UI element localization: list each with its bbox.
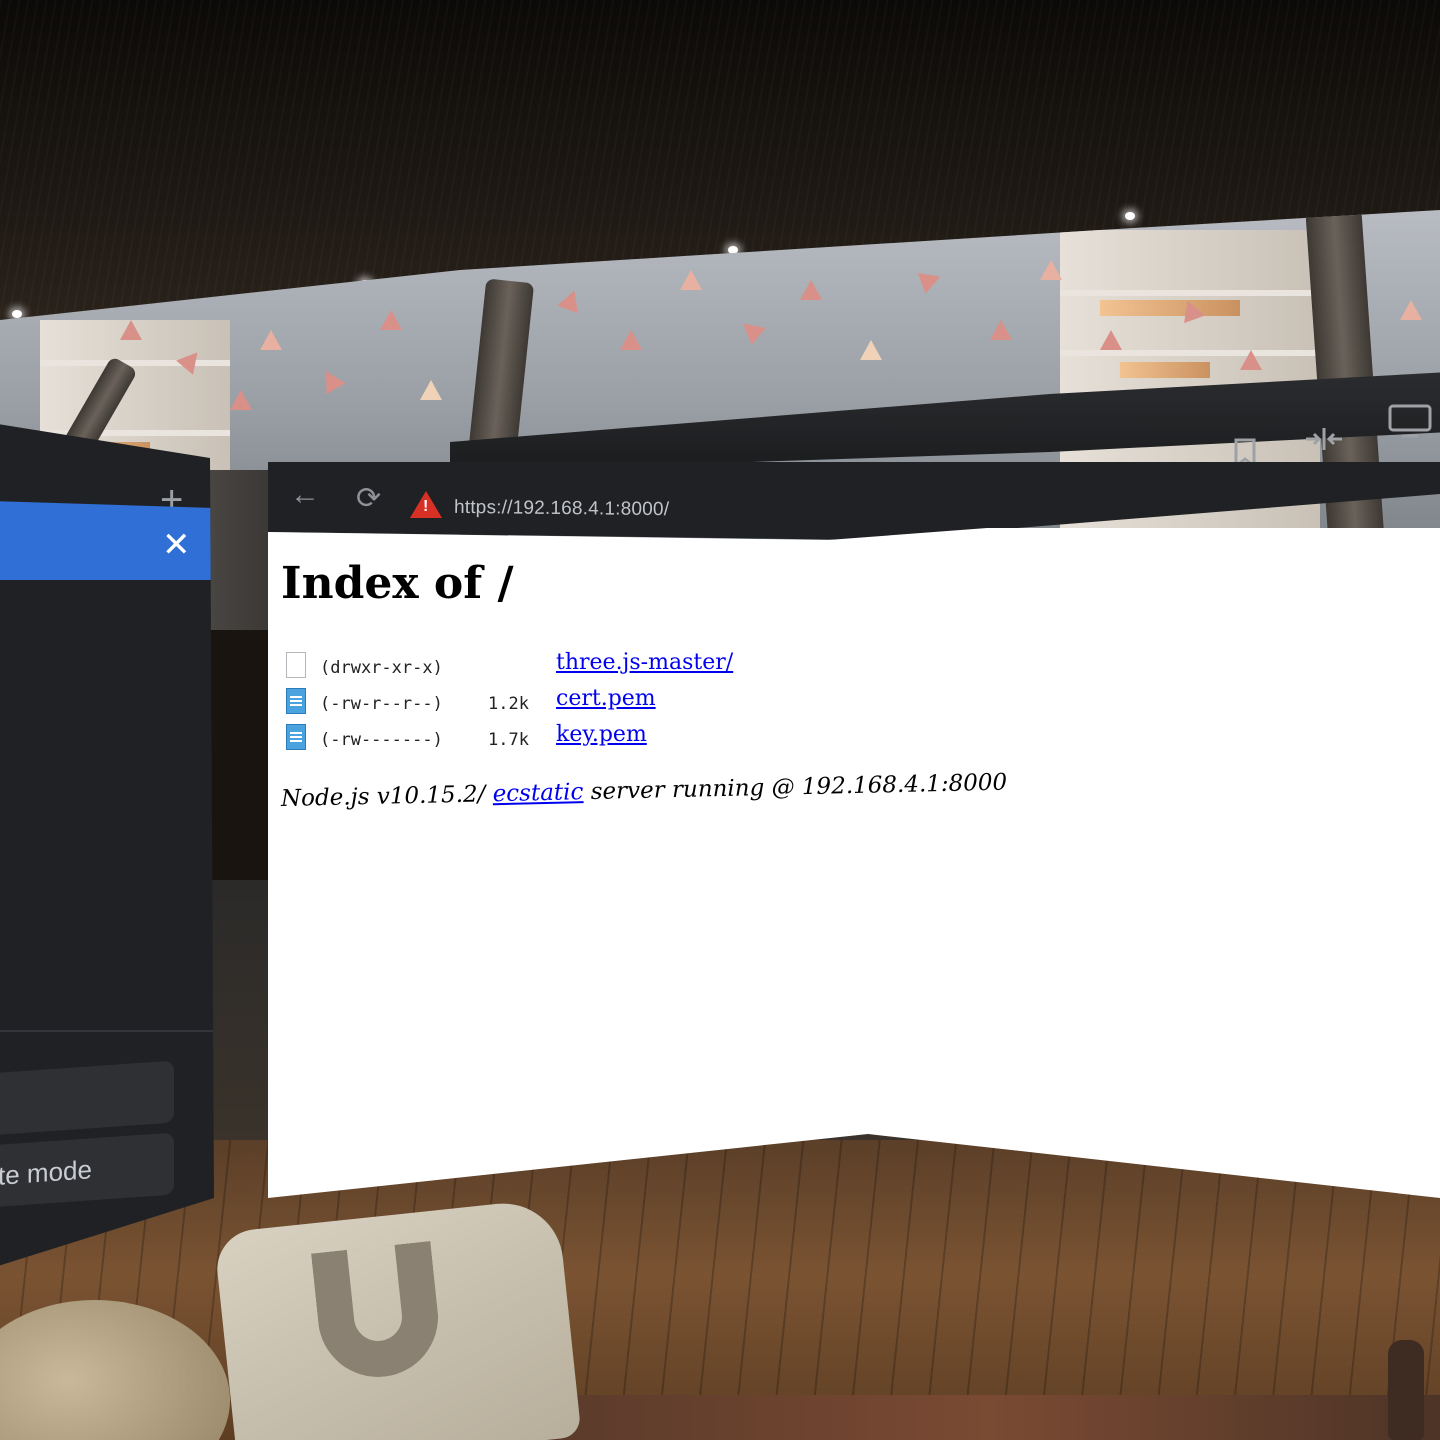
server-footer: Node.js v10.15.2/ ecstatic server runnin… <box>281 770 1008 812</box>
vr-environment: + ✕ l te mode ← ⟳ ! https://192.168.4.1:… <box>0 0 1440 1440</box>
side-button-1[interactable]: l <box>0 1060 174 1138</box>
browser-window: ← ⟳ ! https://192.168.4.1:8000/ Index of… <box>268 462 1440 1200</box>
reload-icon[interactable]: ⟳ <box>356 484 381 514</box>
ceiling-light <box>1125 212 1135 220</box>
file-link[interactable]: three.js-master/ <box>556 650 733 675</box>
address-bar[interactable]: https://192.168.4.1:8000/ <box>454 497 669 521</box>
web-page: Index of / (drwxr-xr-x) three.js-master/… <box>268 528 1440 1198</box>
file-size: 1.2k <box>488 694 529 714</box>
folder-icon <box>286 652 306 678</box>
footer-suffix: server running @ 192.168.4.1:8000 <box>583 769 1008 806</box>
footer-prefix: Node.js v10.15.2/ <box>280 781 493 812</box>
file-permissions: (-rw-------) <box>320 730 443 750</box>
file-permissions: (-rw-r--r--) <box>320 694 443 714</box>
text-file-icon <box>286 724 306 750</box>
ceiling-light <box>12 310 22 318</box>
file-link[interactable]: cert.pem <box>556 686 656 711</box>
cat-figurine <box>1388 1340 1424 1440</box>
text-file-icon <box>286 688 306 714</box>
ecstatic-link[interactable]: ecstatic <box>492 779 583 807</box>
file-link[interactable]: key.pem <box>556 722 647 747</box>
file-permissions: (drwxr-xr-x) <box>320 658 443 678</box>
back-icon[interactable]: ← <box>290 480 320 510</box>
pillow <box>213 1197 582 1440</box>
side-panel: + ✕ l te mode <box>0 418 214 1278</box>
side-button-2-label: te mode <box>0 1154 92 1191</box>
display-icon[interactable] <box>1388 404 1432 444</box>
file-size: 1.7k <box>488 730 529 750</box>
page-title: Index of / <box>281 558 514 609</box>
warning-icon[interactable]: ! <box>410 491 442 518</box>
pillow-logo <box>311 1241 444 1383</box>
side-button-2[interactable]: te mode <box>0 1132 174 1210</box>
divider <box>0 1030 214 1032</box>
resize-icon[interactable] <box>1304 424 1344 460</box>
close-tab-button[interactable]: ✕ <box>162 528 191 562</box>
rug <box>540 1395 1440 1440</box>
